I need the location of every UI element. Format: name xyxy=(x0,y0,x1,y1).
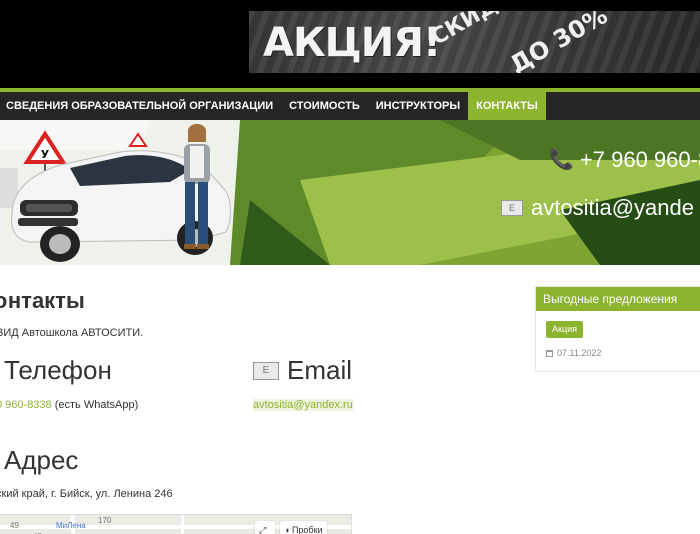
phone-link[interactable]: 0 960-8338 xyxy=(0,399,52,411)
offers-widget: Выгодные предложения Акция 07.11.2022 xyxy=(535,286,700,372)
hero-phone-number: +7 960 960-8 xyxy=(579,147,700,172)
hero-email-address: avtositia@yande xyxy=(531,195,694,220)
map-label: 170 xyxy=(98,516,112,525)
main-navigation: СВЕДЕНИЯ ОБРАЗОВАТЕЛЬНОЙ ОРГАНИЗАЦИИ СТО… xyxy=(0,92,700,120)
nav-item-contacts[interactable]: КОНТАКТЫ xyxy=(468,92,546,120)
promo-title: АКЦИЯ! xyxy=(263,20,441,66)
address-text: ский край, г. Бийск, ул. Ленина 246 xyxy=(0,488,173,500)
promo-banner[interactable]: АКЦИЯ! СКИДКА! ДО 30% xyxy=(249,11,700,73)
phone-line: 0 960-8338 (есть WhatsApp) xyxy=(0,399,138,411)
phone-heading: Телефон xyxy=(4,355,112,385)
hero-background: У xyxy=(0,120,700,265)
offer-date: 07.11.2022 xyxy=(546,348,601,358)
nav-item-instructors[interactable]: ИНСТРУКТОРЫ xyxy=(368,92,468,120)
traffic-icon: ◑ xyxy=(284,525,290,534)
email-line: avtositia@yandex.ru xyxy=(253,399,353,411)
phone-note: (есть WhatsApp) xyxy=(54,399,139,411)
yandex-map[interactable]: 49 МиЛена 170 42 ⤢ ◑ Пробки xyxy=(0,514,352,534)
page-title: Контакты xyxy=(0,288,85,313)
map-label: МиЛена xyxy=(56,521,86,530)
hero-phone[interactable]: 📞 +7 960 960-8 xyxy=(549,146,700,174)
email-link[interactable]: avtositia@yandex.ru xyxy=(253,399,353,411)
email-heading: E Email xyxy=(253,355,352,386)
hero-banner: У 📞 +7 960 960-8 E avtositia@yande xyxy=(0,120,700,265)
address-heading: Адрес xyxy=(4,445,79,475)
envelope-icon: E xyxy=(501,200,523,216)
organization-name: ВИД Автошкола АВТОСИТИ. xyxy=(0,327,144,339)
envelope-icon: E xyxy=(253,361,279,380)
top-header: АКЦИЯ! СКИДКА! ДО 30% xyxy=(0,0,700,88)
nav-item-organization-info[interactable]: СВЕДЕНИЯ ОБРАЗОВАТЕЛЬНОЙ ОРГАНИЗАЦИИ xyxy=(0,92,281,120)
map-route-button[interactable]: ⤢ xyxy=(255,521,275,534)
hero-email[interactable]: E avtositia@yande xyxy=(501,194,694,222)
nav-item-prices[interactable]: СТОИМОСТЬ xyxy=(281,92,368,120)
calendar-icon xyxy=(546,349,553,357)
road-sign-letter: У xyxy=(41,148,50,161)
phone-icon: 📞 xyxy=(549,149,574,171)
offer-badge[interactable]: Акция xyxy=(546,321,583,338)
map-label: 49 xyxy=(10,521,19,530)
map-road xyxy=(181,515,184,534)
map-traffic-button[interactable]: ◑ Пробки xyxy=(280,521,327,534)
widget-title: Выгодные предложения xyxy=(536,287,700,311)
